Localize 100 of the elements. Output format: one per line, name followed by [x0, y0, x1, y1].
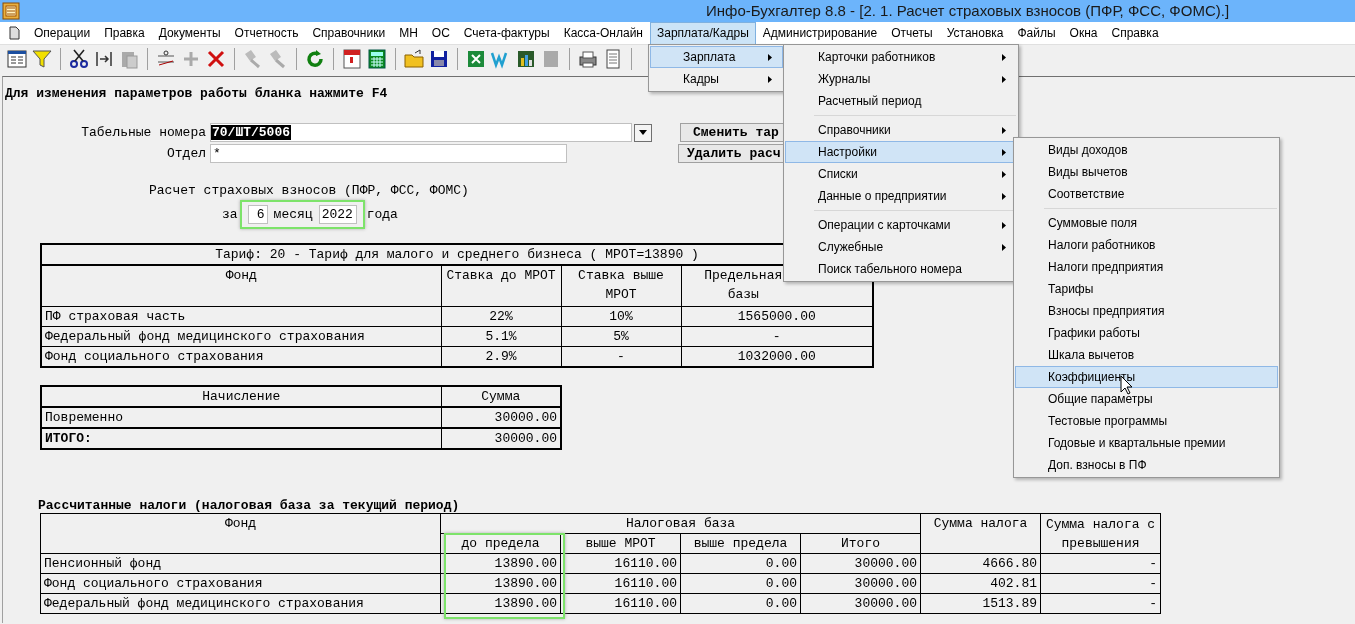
- spreadsheet-icon[interactable]: [465, 48, 487, 70]
- filter-icon[interactable]: [31, 48, 53, 70]
- month-label: месяц: [273, 206, 313, 222]
- table-cell: 0.00: [680, 553, 801, 574]
- menu-item[interactable]: Графики работы: [1015, 322, 1278, 344]
- table-cell: 4666.80: [920, 553, 1041, 574]
- table-cell: 30000.00: [800, 593, 921, 614]
- calendar-icon[interactable]: [341, 48, 363, 70]
- table-cell: 5.1%: [441, 326, 561, 347]
- menu-item[interactable]: Кадры: [650, 68, 783, 90]
- submenu-arrow-icon: [1002, 149, 1006, 156]
- printer-icon[interactable]: [577, 48, 599, 70]
- menu-item[interactable]: Тестовые программы: [1015, 410, 1278, 432]
- submenu-arrow-icon: [1002, 127, 1006, 134]
- cut-icon[interactable]: [68, 48, 90, 70]
- month-field[interactable]: 6: [247, 204, 268, 224]
- app-icon: [2, 2, 20, 20]
- table-cell: Фонд социального страхования: [40, 573, 441, 594]
- year-label: года: [366, 206, 398, 222]
- submenu-arrow-icon: [1002, 222, 1006, 229]
- submenu-arrow-icon: [1002, 76, 1006, 83]
- table-cell: 1513.89: [920, 593, 1041, 614]
- table-cell: 16110.00: [560, 573, 681, 594]
- menu-bar-item[interactable]: Зарплата/Кадры: [649, 21, 756, 45]
- menu-bar-item[interactable]: Операции: [27, 21, 98, 45]
- dropdown-button[interactable]: [634, 123, 652, 142]
- delete-icon[interactable]: [205, 48, 227, 70]
- menu-bar-item[interactable]: Правка: [97, 21, 152, 45]
- table-cell: 16110.00: [560, 553, 681, 574]
- table-cell: 13890.00: [440, 553, 561, 574]
- menu-item[interactable]: Суммовые поля: [1015, 212, 1278, 234]
- menu-item[interactable]: Тарифы: [1015, 278, 1278, 300]
- menu-bar-item[interactable]: Файлы: [1010, 21, 1063, 45]
- table-cell: 5%: [561, 326, 681, 347]
- menu-item[interactable]: Данные о предприятии: [785, 185, 1017, 207]
- column-header: Ставка выше МРОТ: [561, 265, 681, 307]
- table-caption: Рассчитанные налоги (налоговая база за текущий период): [38, 498, 461, 513]
- column-header: Ставка до МРОТ: [441, 265, 561, 307]
- menu-item[interactable]: Годовые и квартальные премии: [1015, 432, 1278, 454]
- table-cell: 13890.00: [440, 593, 561, 614]
- menu-bar-item[interactable]: Справка: [1104, 21, 1166, 45]
- menu-item[interactable]: Операции с карточками: [785, 214, 1017, 236]
- calculation-title: Расчет страховых взносов (ПФР, ФСС, ФОМС): [149, 183, 469, 198]
- menu-bar-item[interactable]: Установка: [939, 21, 1011, 45]
- department-field[interactable]: *: [210, 144, 567, 163]
- table-cell: ИТОГО:: [41, 428, 441, 449]
- menu-bar-item[interactable]: Окна: [1062, 21, 1105, 45]
- table-cell: 22%: [441, 306, 561, 327]
- chart-icon[interactable]: [515, 48, 537, 70]
- window-title: Инфо-Бухгалтер 8.8 - [2. 1. Расчет страховых взносов (ПФР, ФСС, ФОМС).]: [706, 2, 1230, 19]
- menu-item[interactable]: Журналы: [785, 68, 1017, 90]
- column-header: Сумма налога: [920, 513, 1041, 554]
- menu-bar-item[interactable]: Администрирование: [755, 21, 885, 45]
- year-field[interactable]: 2022: [318, 204, 357, 224]
- menu-item[interactable]: Налоги предприятия: [1015, 256, 1278, 278]
- menu-item[interactable]: Доп. взносы в ПФ: [1015, 454, 1278, 476]
- menu-bar-item[interactable]: МН: [392, 21, 425, 45]
- document-icon[interactable]: [8, 26, 20, 40]
- table-icon[interactable]: [6, 48, 28, 70]
- menu-bar-item[interactable]: Счета-фактуры: [456, 21, 557, 45]
- menu-item[interactable]: Служебные: [785, 236, 1017, 258]
- menu-item[interactable]: Виды доходов: [1015, 139, 1278, 161]
- column-header: Фонд: [41, 265, 441, 307]
- employee-number-field[interactable]: 70/ШТ/5006: [210, 123, 632, 142]
- menu-bar-item[interactable]: Документы: [151, 21, 228, 45]
- menu-item[interactable]: Общие параметры: [1015, 388, 1278, 410]
- refresh-icon[interactable]: [304, 48, 326, 70]
- column-header: Налоговая база: [440, 513, 921, 534]
- table-cell: 10%: [561, 306, 681, 327]
- menu-item[interactable]: Соответствие: [1015, 183, 1278, 205]
- submenu-arrow-icon: [1002, 171, 1006, 178]
- menu-item[interactable]: Виды вычетов: [1015, 161, 1278, 183]
- menu-item[interactable]: Расчетный период: [785, 90, 1017, 112]
- menu-item[interactable]: Зарплата: [650, 46, 783, 68]
- table-cell: Федеральный фонд медицинского страхования: [40, 593, 441, 614]
- table-cell: 0.00: [680, 573, 801, 594]
- menu-bar-item[interactable]: ОС: [424, 21, 457, 45]
- table-cell: Пенсионный фонд: [40, 553, 441, 574]
- column-header: выше предела: [680, 533, 801, 554]
- menu-item[interactable]: Шкала вычетов: [1015, 344, 1278, 366]
- menu-item[interactable]: Налоги работников: [1015, 234, 1278, 256]
- calculator-icon[interactable]: [366, 48, 388, 70]
- table-cell: 402.81: [920, 573, 1041, 594]
- caret-icon: [639, 130, 647, 135]
- menu-item[interactable]: Коэффициенты: [1015, 366, 1278, 388]
- menu-bar-item[interactable]: Отчетность: [227, 21, 306, 45]
- menu-bar-item[interactable]: Справочники: [305, 21, 393, 45]
- field-label: Отдел: [166, 146, 207, 161]
- save-icon[interactable]: [428, 48, 450, 70]
- menu-item[interactable]: Списки: [785, 163, 1017, 185]
- hint-text: Для изменения параметров работы бланка нажмите F4: [5, 86, 388, 101]
- menu-bar-item[interactable]: Отчеты: [884, 21, 940, 45]
- table-cell: 13890.00: [440, 573, 561, 594]
- column-header: Фонд: [40, 513, 441, 554]
- table-cell: 30000.00: [800, 573, 921, 594]
- menu-item[interactable]: Взносы предприятия: [1015, 300, 1278, 322]
- table-cell: -: [1040, 553, 1161, 574]
- menu-bar-item[interactable]: Касса-Онлайн: [556, 21, 650, 45]
- column-header: Начисление: [41, 386, 441, 407]
- menu-item[interactable]: Карточки работников: [785, 46, 1017, 68]
